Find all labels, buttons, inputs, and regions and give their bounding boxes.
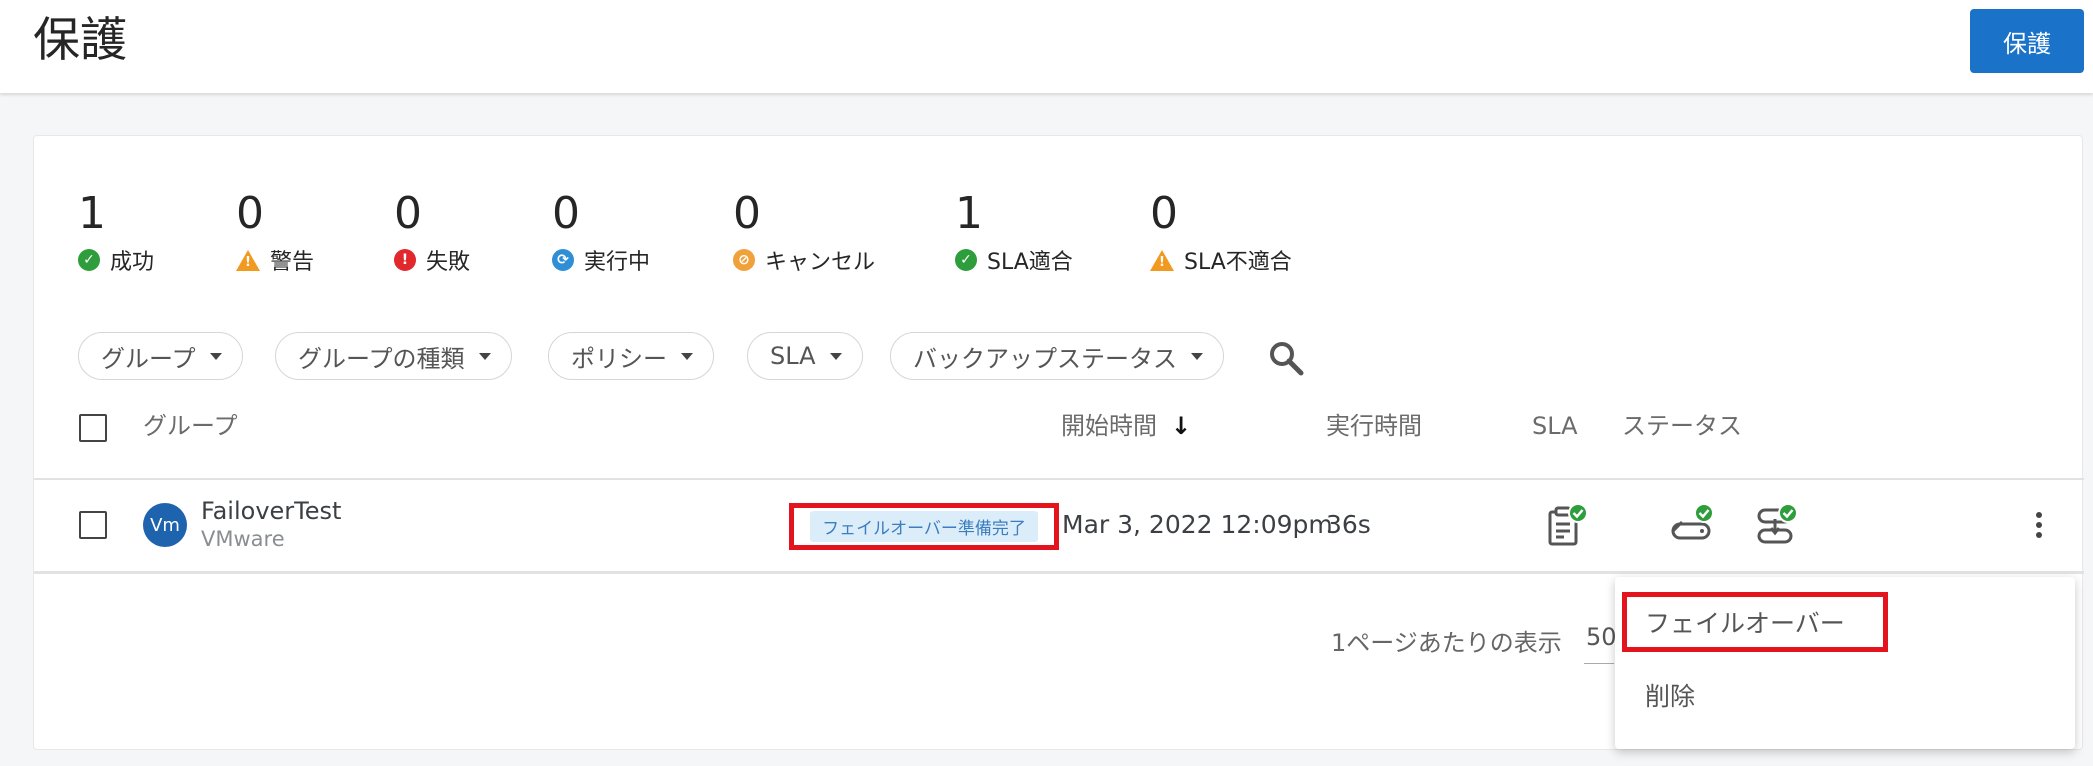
column-header-duration[interactable]: 実行時間 bbox=[1326, 410, 1422, 442]
start-time: Mar 3, 2022 12:09pm bbox=[1062, 510, 1333, 539]
stat-success[interactable]: 1 ✓ 成功 bbox=[78, 186, 154, 276]
filter-label: ポリシー bbox=[571, 344, 667, 373]
stat-running[interactable]: 0 ⟳ 実行中 bbox=[552, 186, 650, 276]
stat-label: 警告 bbox=[270, 250, 315, 275]
table-header-divider bbox=[34, 478, 2084, 480]
row-divider bbox=[34, 571, 2084, 574]
backup-storage-check-icon[interactable] bbox=[1670, 502, 1716, 548]
stat-count: 0 bbox=[1150, 188, 1178, 239]
stat-warning[interactable]: 0 ! 警告 bbox=[236, 186, 314, 276]
chevron-down-icon bbox=[478, 352, 491, 360]
error-icon: ! bbox=[394, 249, 416, 271]
search-icon[interactable] bbox=[1266, 338, 1306, 378]
stat-count: 1 bbox=[955, 188, 983, 239]
stat-count: 1 bbox=[78, 188, 106, 239]
success-check-icon: ✓ bbox=[78, 249, 100, 271]
stat-sla-missed[interactable]: 0 ! SLA不適合 bbox=[1150, 186, 1292, 276]
per-page-underline bbox=[1584, 663, 1614, 664]
highlight-box bbox=[1622, 592, 1888, 652]
status-badge: フェイルオーバー準備完了 bbox=[810, 511, 1038, 542]
group-type: VMware bbox=[201, 527, 285, 551]
filter-group-type[interactable]: グループの種類 bbox=[275, 332, 512, 380]
column-header-label: 開始時間 bbox=[1061, 412, 1157, 440]
replication-check-icon[interactable] bbox=[1754, 502, 1800, 548]
filter-policy[interactable]: ポリシー bbox=[548, 332, 714, 380]
page-title: 保護 bbox=[33, 13, 127, 68]
column-header-status[interactable]: ステータス bbox=[1622, 410, 1742, 442]
column-header-group[interactable]: グループ bbox=[143, 410, 238, 442]
stat-failed[interactable]: 0 ! 失敗 bbox=[394, 186, 470, 276]
stat-sla-met[interactable]: 1 ✓ SLA適合 bbox=[955, 186, 1073, 276]
chevron-down-icon bbox=[1191, 352, 1203, 360]
select-all-checkbox[interactable] bbox=[79, 414, 107, 442]
chevron-down-icon bbox=[829, 352, 842, 360]
canceled-icon: ⊘ bbox=[733, 249, 755, 271]
stat-label: 成功 bbox=[110, 250, 155, 275]
filter-label: バックアップステータス bbox=[913, 344, 1177, 373]
group-name-link[interactable]: FailoverTest bbox=[201, 496, 341, 526]
column-header-sla[interactable]: SLA bbox=[1532, 410, 1578, 442]
protect-button[interactable]: 保護 bbox=[1970, 9, 2084, 73]
sort-descending-icon: ↓ bbox=[1171, 412, 1192, 440]
stat-count: 0 bbox=[394, 188, 422, 239]
stat-count: 0 bbox=[552, 188, 580, 239]
menu-item-label: 削除 bbox=[1645, 682, 1696, 711]
per-page-select[interactable]: 50 bbox=[1586, 623, 1617, 651]
stat-label: 実行中 bbox=[584, 250, 651, 275]
per-page-label: 1ページあたりの表示 bbox=[1331, 629, 1562, 657]
warning-icon: ! bbox=[236, 249, 260, 271]
chevron-down-icon bbox=[681, 352, 693, 360]
duration: 36s bbox=[1326, 510, 1371, 539]
stat-label: SLA適合 bbox=[987, 250, 1073, 275]
filter-sla[interactable]: SLA bbox=[747, 332, 863, 380]
row-checkbox[interactable] bbox=[79, 511, 107, 539]
filter-label: グループ bbox=[101, 344, 196, 373]
row-actions-menu: フェイルオーバー 削除 bbox=[1615, 577, 2075, 749]
page-header: 保護 保護 bbox=[0, 0, 2093, 93]
running-sync-icon: ⟳ bbox=[552, 249, 574, 271]
filter-label: SLA bbox=[770, 342, 816, 370]
filter-group[interactable]: グループ bbox=[78, 332, 243, 380]
sla-missed-warning-icon: ! bbox=[1150, 249, 1174, 271]
sla-clipboard-check-icon[interactable] bbox=[1544, 502, 1590, 548]
chevron-down-icon bbox=[209, 352, 222, 360]
stat-count: 0 bbox=[733, 188, 761, 239]
filter-backup-status[interactable]: バックアップステータス bbox=[890, 332, 1224, 380]
more-actions-icon[interactable] bbox=[2034, 512, 2044, 546]
column-header-start-time[interactable]: 開始時間 ↓ bbox=[1061, 410, 1191, 442]
stat-label: SLA不適合 bbox=[1184, 250, 1292, 275]
highlight-box: フェイルオーバー準備完了 bbox=[789, 503, 1059, 550]
sla-met-check-icon: ✓ bbox=[955, 249, 977, 271]
vmware-avatar: Vm bbox=[143, 503, 187, 547]
stat-label: 失敗 bbox=[426, 250, 471, 275]
stat-canceled[interactable]: 0 ⊘ キャンセル bbox=[733, 186, 875, 276]
stat-count: 0 bbox=[236, 188, 264, 239]
stat-label: キャンセル bbox=[765, 250, 876, 275]
menu-item-delete[interactable]: 削除 bbox=[1615, 665, 2075, 725]
filter-label: グループの種類 bbox=[298, 344, 465, 373]
